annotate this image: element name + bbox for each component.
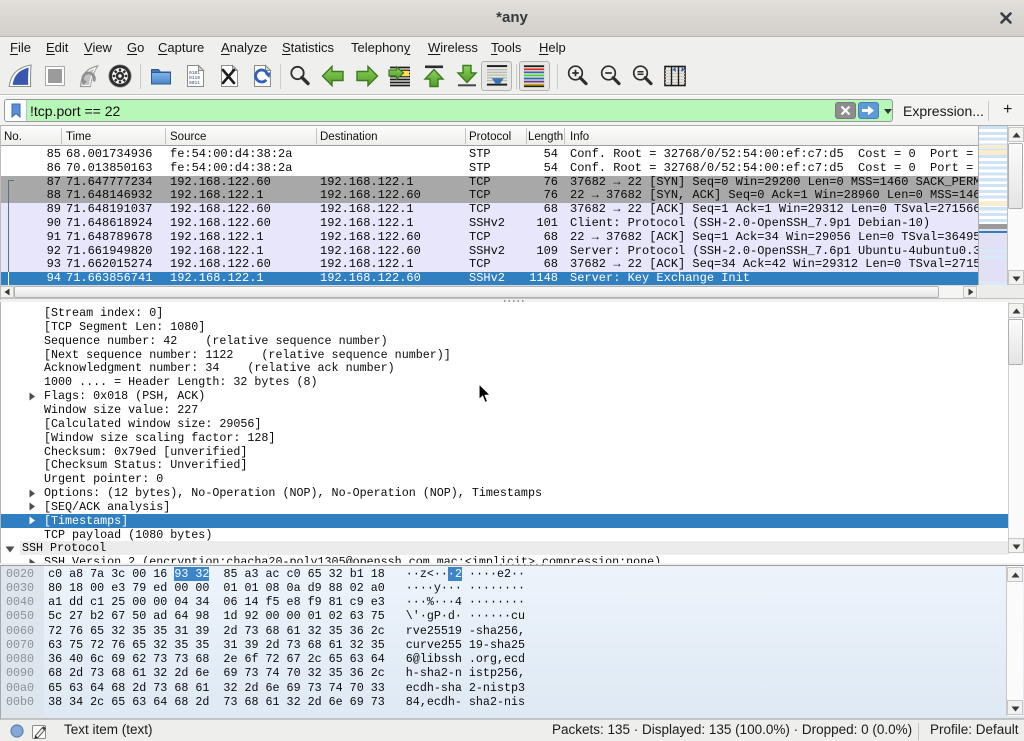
svg-text:0011: 0011	[189, 80, 200, 86]
